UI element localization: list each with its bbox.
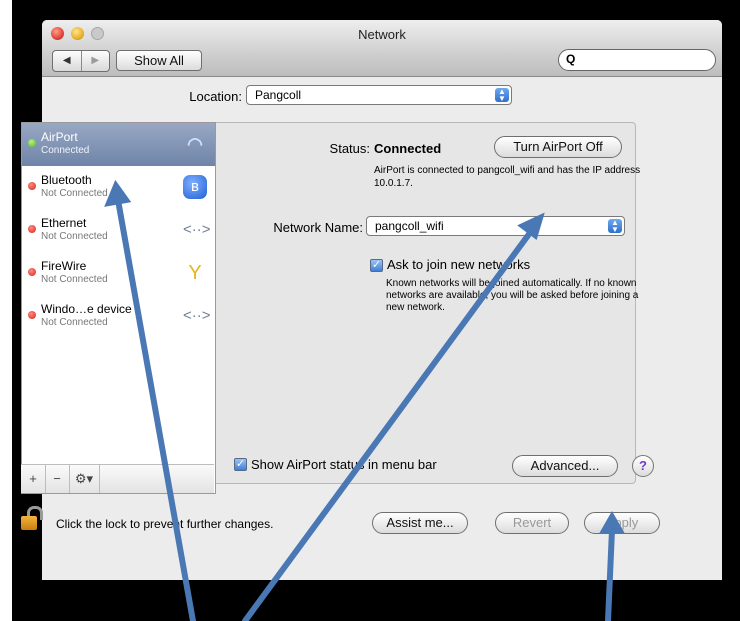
lock-text: Click the lock to prevent further change… [56,517,274,531]
ask-to-join-description: Known networks will be joined automatica… [386,278,639,313]
ethernet-icon: <··> [183,307,211,324]
network-name-value: pangcoll_wifi [375,219,444,233]
status-description: AirPort is connected to pangcoll_wifi an… [374,165,641,189]
bluetooth-icon: ʙ [183,175,207,199]
show-all-button[interactable]: Show All [116,50,202,71]
assist-me-button[interactable]: Assist me... [372,512,468,534]
status-dot-icon [28,225,36,233]
status-value: Connected [374,141,442,156]
network-name-label: Network Name: [273,220,363,235]
status-label: Status: [329,141,370,156]
service-item-ethernet[interactable]: Ethernet Not Connected <··> [22,209,215,252]
status-dot-icon [28,311,36,319]
status-dot-icon [28,268,36,276]
revert-button[interactable]: Revert [495,512,569,534]
remove-service-button[interactable]: − [45,465,70,493]
lock-body [21,516,37,530]
add-service-button[interactable]: + [21,465,46,493]
advanced-button[interactable]: Advanced... [512,455,618,477]
service-item-airport[interactable]: AirPort Connected ◠ [22,123,215,166]
firewire-icon: Y [188,262,202,284]
service-item-firewire[interactable]: FireWire Not Connected Y [22,252,215,295]
lock-icon[interactable] [21,506,43,530]
show-status-checkbox[interactable]: ✓ [234,458,247,471]
service-status: Not Connected [41,188,108,199]
service-name: FireWire [41,259,87,273]
window-title: Network [358,27,406,42]
service-name: Ethernet [41,216,87,230]
back-forward-control: ◀ ▶ [52,50,110,72]
search-input[interactable] [581,52,705,68]
help-button[interactable]: ? [632,455,654,477]
select-arrows-icon: ▲ ▼ [495,88,509,103]
search-field[interactable]: Q [558,49,716,71]
turn-airport-off-button[interactable]: Turn AirPort Off [494,136,622,158]
service-status: Not Connected [41,231,108,242]
network-name-select[interactable]: pangcoll_wifi ▲ ▼ [366,216,625,236]
wifi-icon: ◠ [187,134,203,154]
service-list-toolbar: + − ⚙▾ [21,464,214,493]
search-icon: Q [566,52,576,66]
location-select[interactable]: Pangcoll ▲ ▼ [246,85,512,105]
status-dot-icon [28,182,36,190]
status-dot-icon [28,139,36,147]
service-list: AirPort Connected ◠ Bluetooth Not Connec… [21,122,216,494]
service-status: Connected [41,145,90,156]
location-label: Location: [189,89,242,104]
apply-button[interactable]: Apply [584,512,660,534]
service-name: AirPort [41,130,78,144]
service-name: Windo…e device [41,302,132,316]
title-bar: Network ◀ ▶ Show All Q [42,20,722,77]
service-item-windows-device[interactable]: Windo…e device Not Connected <··> [22,295,215,338]
background-strip [0,0,12,621]
service-item-bluetooth[interactable]: Bluetooth Not Connected ʙ [22,166,215,209]
action-menu-button[interactable]: ⚙▾ [69,465,100,493]
forward-arrow-icon[interactable]: ▶ [80,51,110,71]
service-name: Bluetooth [41,173,92,187]
ask-to-join-label[interactable]: Ask to join new networks [387,257,530,272]
show-status-label[interactable]: Show AirPort status in menu bar [251,457,437,472]
ethernet-icon: <··> [183,221,211,238]
back-arrow-icon[interactable]: ◀ [53,51,81,71]
location-value: Pangcoll [255,88,302,102]
service-status: Not Connected [41,274,108,285]
service-status: Not Connected [41,317,108,328]
ask-to-join-checkbox[interactable]: ✓ [370,259,383,272]
select-arrows-icon: ▲ ▼ [608,219,622,234]
